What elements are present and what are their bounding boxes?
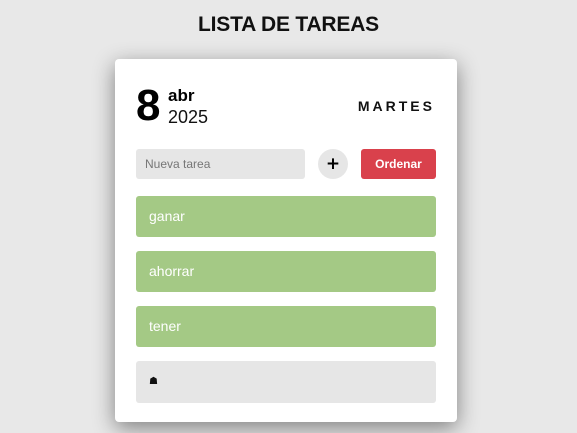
page-title: LISTA DE TAREAS xyxy=(198,13,379,36)
task-item[interactable]: ahorrar xyxy=(136,251,436,292)
task-list: ganar ahorrar tener ☗ xyxy=(136,196,436,403)
task-item[interactable]: tener xyxy=(136,306,436,347)
date-day: 8 xyxy=(136,81,161,130)
add-task-button[interactable]: + xyxy=(318,149,348,179)
date-year: 2025 xyxy=(168,107,209,127)
task-item[interactable]: ganar xyxy=(136,196,436,237)
new-task-input[interactable] xyxy=(136,149,305,179)
sort-button[interactable]: Ordenar xyxy=(361,149,436,179)
todo-card: 8 abr 2025 MARTES + Ordenar ganar ahorra… xyxy=(115,59,457,422)
task-item-empty[interactable]: ☗ xyxy=(136,361,436,403)
date-month: abr xyxy=(168,86,195,105)
date-weekday: MARTES xyxy=(357,98,435,114)
house-icon: ☗ xyxy=(149,376,158,387)
